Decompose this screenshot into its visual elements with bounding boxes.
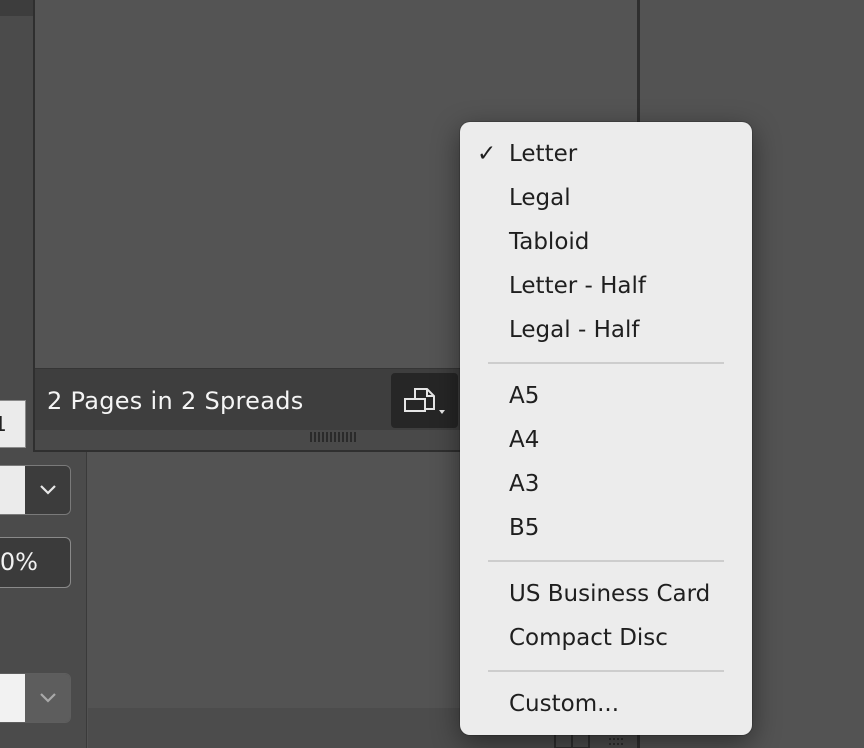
menu-item[interactable]: Compact Disc <box>460 618 752 658</box>
menu-item-label: A4 <box>509 427 540 453</box>
dropdown-select[interactable] <box>0 465 71 515</box>
menu-item[interactable]: Tabloid <box>460 222 752 262</box>
menu-item[interactable]: A5 <box>460 376 752 416</box>
menu-item-label: Custom... <box>509 691 620 717</box>
menu-item-label: Compact Disc <box>509 625 668 651</box>
checkmark-icon: ✓ <box>477 141 497 167</box>
dropdown-select-secondary[interactable] <box>0 673 71 723</box>
menu-separator <box>488 560 724 562</box>
pages-summary: 2 Pages in 2 Spreads <box>47 387 304 415</box>
menu-item-label: Tabloid <box>509 229 590 255</box>
menu-item[interactable]: Legal - Half <box>460 310 752 350</box>
menu-item-label: US Business Card <box>509 581 711 607</box>
menu-separator <box>488 362 724 364</box>
menu-item[interactable]: Custom... <box>460 684 752 724</box>
dropdown-value <box>0 466 25 514</box>
page-size-button[interactable] <box>391 373 458 428</box>
dropdown-button[interactable] <box>25 674 70 722</box>
menu-item-label: Legal <box>509 185 571 211</box>
menu-item[interactable]: A3 <box>460 464 752 504</box>
chevron-down-icon <box>39 693 56 703</box>
chevron-down-icon <box>39 485 56 495</box>
menu-item-label: Letter - Half <box>509 273 647 299</box>
menu-item[interactable]: Legal <box>460 178 752 218</box>
menu-item-label: B5 <box>509 515 540 541</box>
page-size-menu: ✓ Letter Legal Tabloid Letter - Half Legal - … <box>460 122 752 735</box>
menu-item[interactable]: B5 <box>460 508 752 548</box>
menu-item-label: A5 <box>509 383 540 409</box>
menu-item[interactable]: US Business Card <box>460 574 752 614</box>
menu-item[interactable]: ✓ Letter <box>460 134 752 174</box>
percent-field[interactable]: 100% <box>0 537 71 588</box>
menu-item-label: Legal - Half <box>509 317 640 343</box>
menu-item[interactable]: Letter - Half <box>460 266 752 306</box>
dropdown-button[interactable] <box>25 466 70 514</box>
panel-header <box>0 0 34 16</box>
number-field[interactable]: 1 <box>0 400 26 448</box>
page-size-icon <box>404 388 445 414</box>
menu-item-label: A3 <box>509 471 540 497</box>
menu-separator <box>488 670 724 672</box>
dropdown-value <box>0 674 25 722</box>
menu-item-label: Letter <box>509 141 578 167</box>
menu-item[interactable]: A4 <box>460 420 752 460</box>
resize-grip-icon[interactable] <box>310 432 358 442</box>
